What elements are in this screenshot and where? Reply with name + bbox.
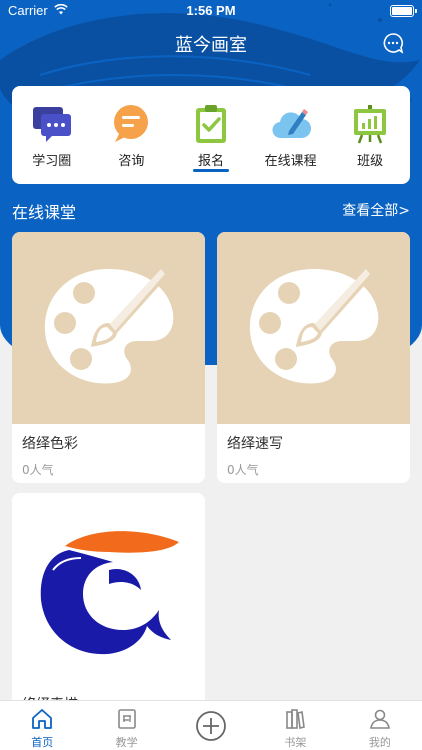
course-thumbnail bbox=[12, 232, 205, 424]
quick-item-class[interactable]: 班级 bbox=[330, 86, 410, 184]
selected-indicator bbox=[192, 169, 229, 172]
section-title: 在线课堂 bbox=[12, 203, 77, 222]
quick-menu: 学习圈 咨询 报名 在线课程 班级 bbox=[12, 86, 410, 184]
tab-bar: 首页 教学 书架 我的 bbox=[0, 700, 422, 750]
tab-teaching[interactable]: 教学 bbox=[84, 701, 168, 750]
plus-circle-icon bbox=[196, 711, 226, 741]
quick-item-study-circle[interactable]: 学习圈 bbox=[12, 86, 92, 184]
course-card[interactable]: 络绎素描 bbox=[12, 493, 205, 723]
quick-item-consult[interactable]: 咨询 bbox=[92, 86, 172, 184]
course-thumbnail bbox=[217, 232, 410, 424]
tab-label: 首页 bbox=[31, 736, 54, 749]
course-thumbnail bbox=[12, 493, 205, 685]
chat-bubbles-icon bbox=[32, 107, 71, 142]
user-icon bbox=[369, 709, 390, 729]
course-name: 络绎色彩 bbox=[22, 436, 78, 452]
tab-home[interactable]: 首页 bbox=[0, 701, 84, 750]
quick-item-register[interactable]: 报名 bbox=[171, 86, 251, 184]
easel-chart-icon bbox=[354, 105, 387, 144]
book-icon bbox=[117, 709, 136, 729]
tab-mine[interactable]: 我的 bbox=[338, 701, 422, 750]
consult-icon bbox=[114, 105, 149, 142]
page-title: 蓝今画室 bbox=[175, 35, 247, 56]
clock: 1:56 PM bbox=[186, 3, 236, 18]
home-icon bbox=[32, 709, 53, 729]
logo-image bbox=[40, 531, 179, 655]
quick-item-label: 报名 bbox=[197, 154, 224, 169]
palette-icon bbox=[249, 269, 378, 384]
tab-label: 我的 bbox=[368, 736, 391, 749]
bookshelf-icon bbox=[286, 709, 306, 729]
message-icon[interactable] bbox=[382, 32, 404, 54]
tab-bookshelf[interactable]: 书架 bbox=[253, 701, 337, 750]
see-all-link[interactable]: 查看全部> bbox=[342, 200, 410, 220]
course-popularity: 0人气 bbox=[22, 463, 54, 477]
tab-label: 教学 bbox=[115, 736, 138, 749]
quick-item-label: 班级 bbox=[357, 154, 384, 169]
course-popularity: 0人气 bbox=[227, 463, 259, 477]
quick-item-label: 在线课程 bbox=[264, 154, 317, 169]
tab-add[interactable] bbox=[169, 701, 253, 750]
quick-item-label: 学习圈 bbox=[32, 154, 72, 169]
clipboard-check-icon bbox=[195, 105, 226, 143]
quick-item-label: 咨询 bbox=[118, 154, 145, 169]
status-bar: Carrier 1:56 PM bbox=[0, 0, 422, 22]
quick-item-online-course[interactable]: 在线课程 bbox=[251, 86, 331, 184]
palette-icon bbox=[44, 269, 173, 384]
course-card[interactable]: 络绎色彩 0人气 bbox=[12, 232, 205, 483]
battery-icon bbox=[390, 5, 417, 17]
course-card[interactable]: 络绎速写 0人气 bbox=[217, 232, 410, 483]
course-name: 络绎速写 bbox=[227, 436, 283, 452]
cloud-pencil-icon bbox=[272, 109, 311, 139]
tab-label: 书架 bbox=[284, 736, 307, 749]
